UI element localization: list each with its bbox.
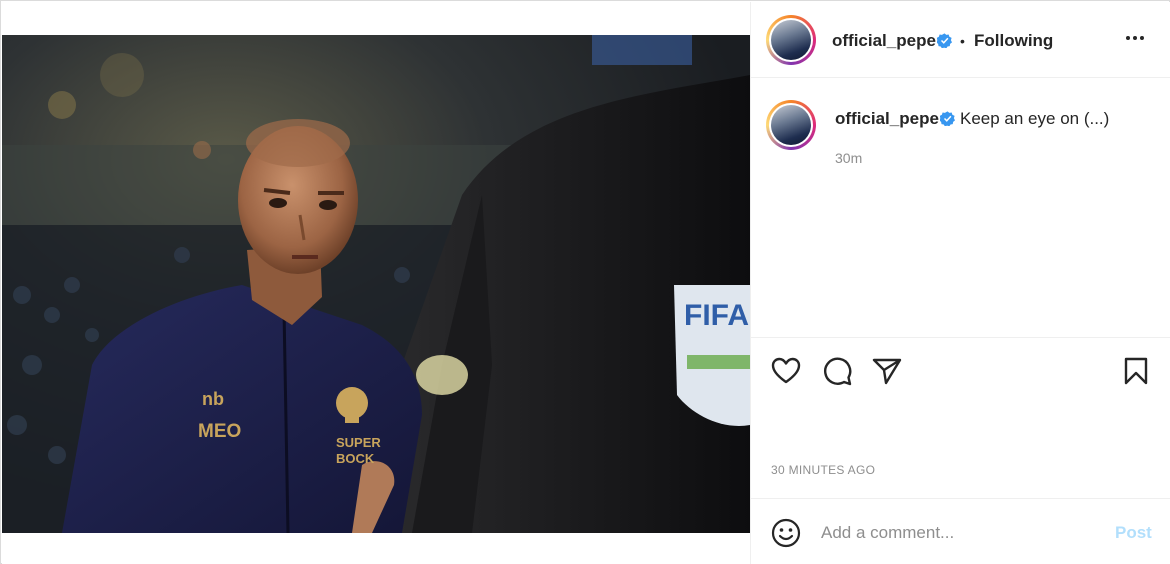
club-text-2: BOCK — [336, 451, 375, 466]
caption-username[interactable]: official_pepe — [835, 109, 939, 129]
avatar[interactable] — [766, 15, 816, 65]
post-side-panel: official_pepe • Following official_pepe — [750, 2, 1170, 564]
post-comment-button[interactable]: Post — [1115, 523, 1152, 543]
club-text-1: SUPER — [336, 435, 381, 450]
post-header: official_pepe • Following — [751, 2, 1170, 78]
emoji-icon[interactable] — [771, 518, 801, 548]
post-actions: 30 MINUTES AGO — [751, 337, 1170, 487]
jersey-sponsor-text: MEO — [198, 421, 241, 442]
following-button[interactable]: Following — [974, 31, 1053, 51]
post-photo[interactable]: FIFA nb MEO SUPER BOCK — [2, 35, 750, 533]
bookmark-icon[interactable] — [1120, 355, 1152, 387]
post-timestamp[interactable]: 30 MINUTES AGO — [771, 463, 875, 477]
fifa-badge-text: FIFA — [684, 299, 749, 332]
more-options-icon[interactable] — [1123, 26, 1147, 50]
post-dialog: FIFA nb MEO SUPER BOCK official_pepe • F… — [0, 0, 1170, 564]
comment-bubble-icon[interactable] — [821, 355, 853, 387]
photo-illustration: FIFA nb MEO SUPER BOCK — [2, 35, 750, 533]
caption-avatar[interactable] — [766, 100, 816, 150]
verified-badge-icon — [937, 33, 952, 48]
paper-plane-icon[interactable] — [871, 355, 903, 387]
verified-badge-icon — [940, 111, 955, 126]
follow-separator: • — [960, 33, 965, 49]
header-username[interactable]: official_pepe — [832, 31, 936, 51]
caption-time[interactable]: 30m — [835, 150, 862, 166]
heart-icon[interactable] — [770, 355, 802, 387]
svg-text:nb: nb — [202, 389, 224, 409]
post-media: FIFA nb MEO SUPER BOCK — [2, 2, 750, 564]
comment-form: Post — [751, 498, 1170, 564]
comment-input[interactable] — [821, 521, 1101, 545]
caption-text: Keep an eye on (...) — [960, 109, 1110, 128]
